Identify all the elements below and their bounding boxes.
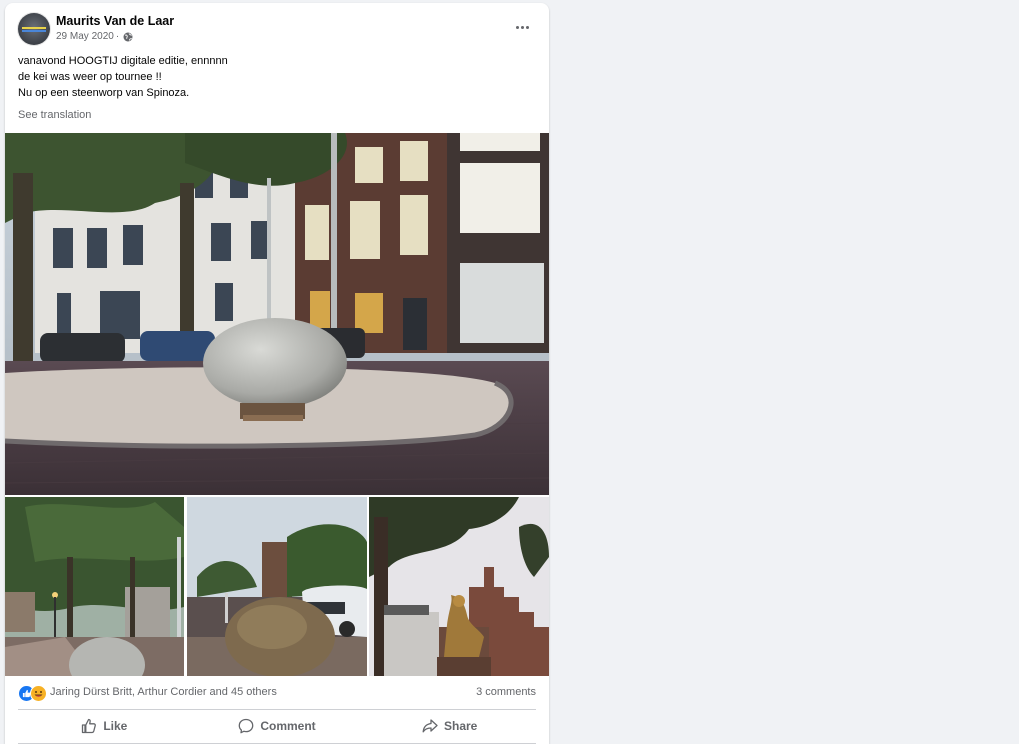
- divider: [18, 709, 536, 710]
- more-options-button[interactable]: [505, 15, 539, 39]
- post-text-line: de kei was weer op tournee !!: [18, 71, 162, 83]
- post-card: Maurits Van de Laar 29 May 2020 · vanavo…: [5, 3, 549, 744]
- share-button[interactable]: Share: [363, 711, 536, 741]
- share-label: Share: [444, 719, 478, 733]
- share-arrow-icon: [422, 719, 438, 733]
- author-name[interactable]: Maurits Van de Laar: [56, 14, 174, 28]
- post-meta: 29 May 2020 ·: [56, 31, 133, 42]
- post-text-line: Nu op een steenworp van Spinoza.: [18, 87, 190, 99]
- see-translation-link[interactable]: See translation: [18, 109, 91, 121]
- post-photo-main[interactable]: [5, 133, 549, 495]
- post-header: Maurits Van de Laar 29 May 2020 ·: [5, 3, 549, 51]
- thumbs-up-icon: [82, 718, 97, 734]
- speech-bubble-icon: [238, 718, 254, 734]
- reaction-icons[interactable]: [18, 685, 50, 702]
- meta-separator: ·: [115, 31, 120, 42]
- post-text: vanavond HOOGTIJ digitale editie, ennnnn…: [18, 53, 538, 101]
- like-label: Like: [103, 719, 128, 733]
- author-avatar[interactable]: [18, 13, 50, 45]
- comment-button[interactable]: Comment: [191, 711, 364, 741]
- like-button[interactable]: Like: [18, 711, 191, 741]
- haha-reaction-icon: [30, 685, 47, 702]
- post-photo-4[interactable]: [369, 497, 549, 676]
- post-photo-3[interactable]: [187, 497, 367, 676]
- globe-icon[interactable]: [123, 32, 133, 42]
- action-bar: Like Comment Share: [18, 711, 536, 741]
- reactions-bar: Jaring Dürst Britt, Arthur Cordier and 4…: [18, 684, 536, 702]
- more-options-icon: [515, 25, 519, 29]
- comment-label: Comment: [260, 719, 316, 733]
- comments-count[interactable]: 3 comments: [476, 686, 536, 698]
- post-date[interactable]: 29 May 2020: [56, 31, 114, 42]
- post-photo-2[interactable]: [5, 497, 184, 676]
- post-text-line: vanavond HOOGTIJ digitale editie, ennnnn: [18, 55, 228, 67]
- reaction-names[interactable]: Jaring Dürst Britt, Arthur Cordier and 4…: [50, 686, 277, 698]
